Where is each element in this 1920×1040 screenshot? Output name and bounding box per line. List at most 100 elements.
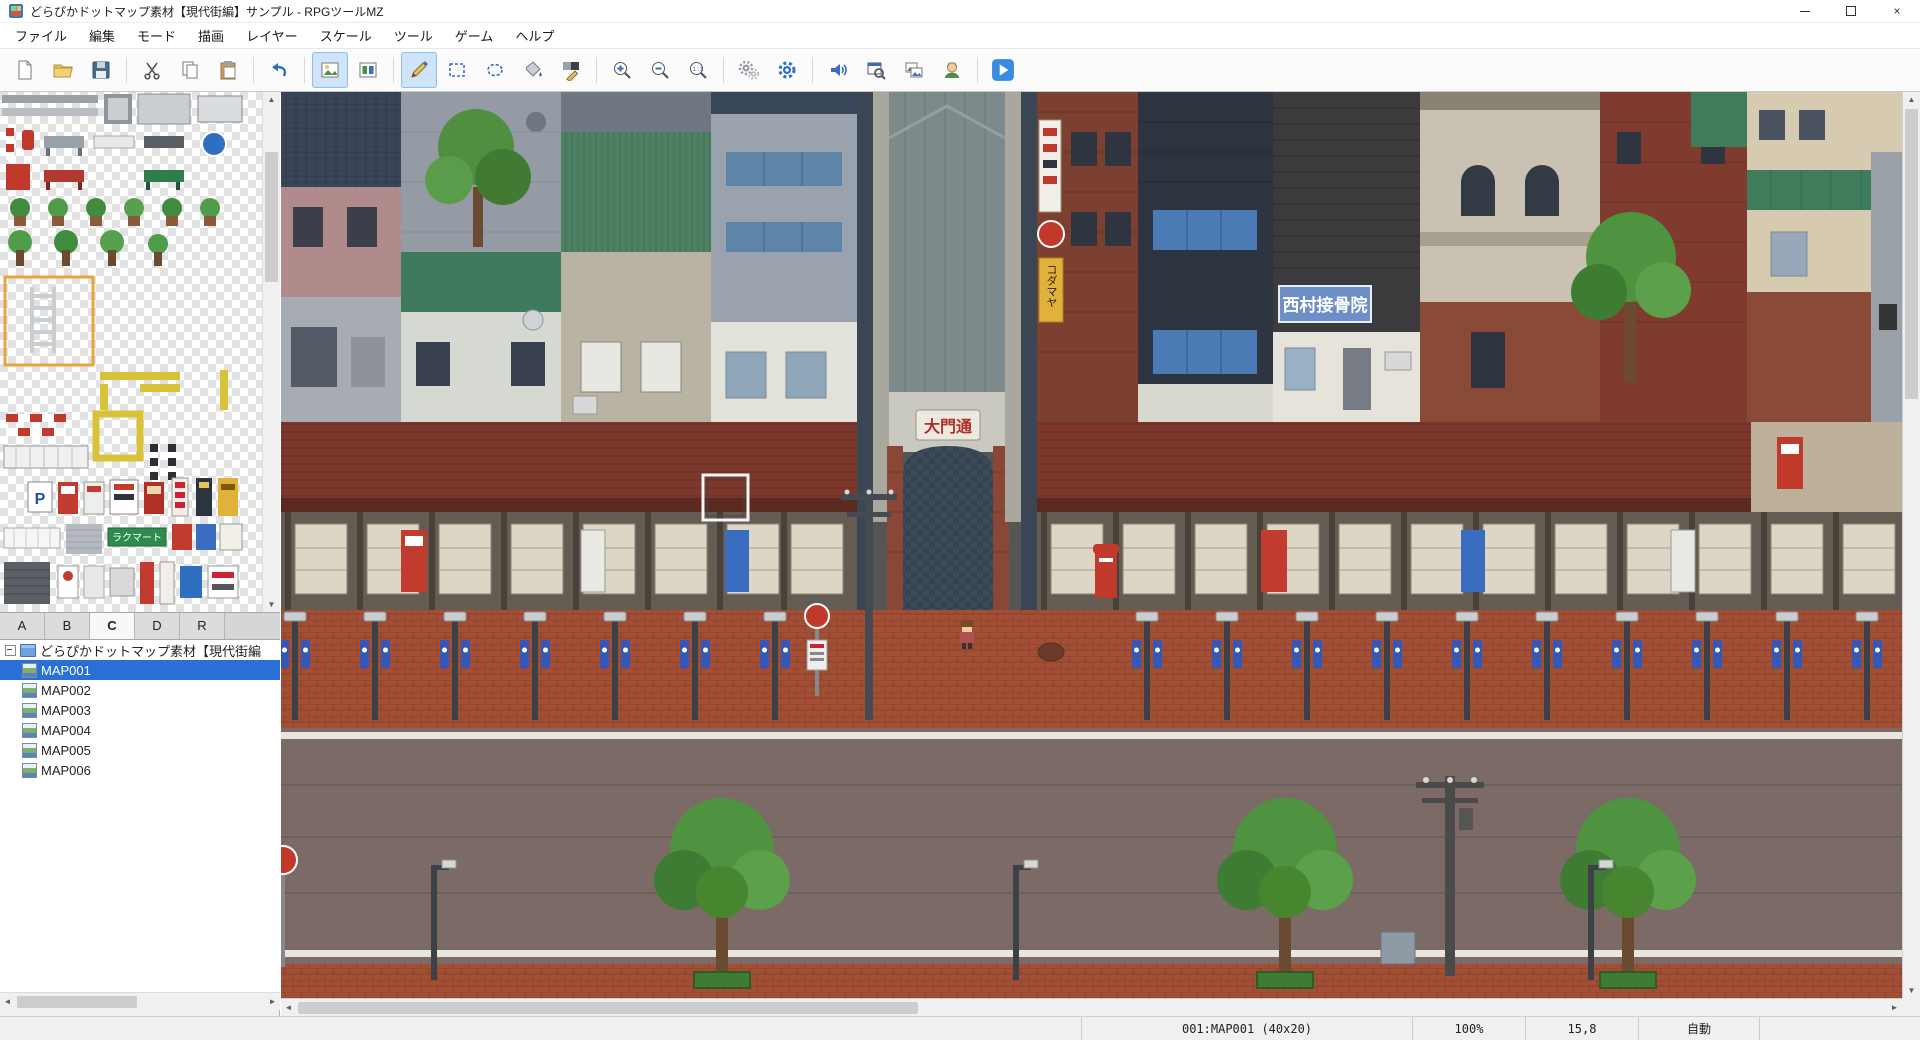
dashed-ellipse-icon	[484, 59, 506, 81]
paint-bucket-icon	[522, 59, 544, 81]
save-icon	[90, 59, 112, 81]
plugin-manager-button[interactable]	[769, 52, 805, 88]
scrollbar-thumb[interactable]	[17, 996, 137, 1008]
map-item-label: MAP006	[41, 763, 91, 778]
tile-palette[interactable]: P ラクマート	[0, 92, 262, 612]
toolbar-separator	[393, 57, 394, 83]
map-item-label: MAP005	[41, 743, 91, 758]
scrollbar-thumb[interactable]	[1905, 109, 1918, 399]
save-project-button[interactable]	[83, 52, 119, 88]
menu-bar: ファイル 編集 モード 描画 レイヤー スケール ツール ゲーム ヘルプ	[0, 23, 1920, 49]
title-bar: どらぴかドットマップ素材【現代街編】サンプル - RPGツールMZ ×	[0, 0, 1920, 23]
canvas-horizontal-scrollbar[interactable]: ◄ ►	[281, 998, 1902, 1016]
zoom-in-button[interactable]	[604, 52, 640, 88]
resource-manager-button[interactable]	[896, 52, 932, 88]
speaker-icon	[827, 59, 849, 81]
tree-expander-icon[interactable]	[5, 645, 16, 656]
tileset-tab-r[interactable]: R	[180, 613, 225, 639]
vending-machine-blue	[1461, 530, 1485, 592]
zoom-out-button[interactable]	[642, 52, 678, 88]
event-mode-button[interactable]	[350, 52, 386, 88]
scroll-up-arrow[interactable]: ▲	[1903, 92, 1920, 107]
pencil-tool-button[interactable]	[401, 52, 437, 88]
map-tree-item-map003[interactable]: MAP003	[0, 700, 280, 720]
map-edit-canvas[interactable]: 大門通 コダマヤ	[281, 92, 1902, 998]
menu-layer[interactable]: レイヤー	[235, 23, 309, 48]
copy-button[interactable]	[172, 52, 208, 88]
map-tree-root[interactable]: どらぴかドットマップ素材【現代街編	[0, 640, 280, 660]
scroll-up-arrow[interactable]: ▲	[263, 92, 280, 107]
maximize-icon	[1846, 6, 1857, 17]
tile-palette-canvas[interactable]: P ラクマート	[0, 92, 262, 612]
blue-play-icon	[991, 58, 1015, 82]
undo-arrow-icon	[268, 59, 290, 81]
map-tree-item-map002[interactable]: MAP002	[0, 680, 280, 700]
scrollbar-thumb[interactable]	[265, 152, 278, 282]
maximize-button[interactable]	[1828, 0, 1874, 22]
menu-tools[interactable]: ツール	[383, 23, 444, 48]
svg-text:1:1: 1:1	[693, 66, 704, 73]
tileset-tab-d[interactable]: D	[135, 613, 180, 639]
character-generator-button[interactable]	[934, 52, 970, 88]
menu-file[interactable]: ファイル	[4, 23, 78, 48]
undo-button[interactable]	[261, 52, 297, 88]
map-file-icon	[22, 763, 37, 778]
vending-machine-white	[581, 530, 605, 592]
menu-help[interactable]: ヘルプ	[504, 23, 565, 48]
menu-game[interactable]: ゲーム	[444, 23, 505, 48]
sound-test-button[interactable]	[820, 52, 856, 88]
open-project-button[interactable]	[45, 52, 81, 88]
rectangle-tool-button[interactable]	[439, 52, 475, 88]
toolbar-separator	[126, 57, 127, 83]
map-tree-item-map001[interactable]: MAP001	[0, 660, 280, 680]
palette-vertical-scrollbar[interactable]: ▲ ▼	[262, 92, 280, 612]
map-mode-button[interactable]	[312, 52, 348, 88]
event-searcher-button[interactable]	[858, 52, 894, 88]
scroll-right-arrow[interactable]: ►	[1887, 1000, 1902, 1015]
project-root-label: どらぴかドットマップ素材【現代街編	[40, 641, 261, 660]
tileset-tab-b[interactable]: B	[45, 613, 90, 639]
map-tree-item-map005[interactable]: MAP005	[0, 740, 280, 760]
palette-tiles-signs-and-machines: P	[28, 478, 238, 516]
menu-mode[interactable]: モード	[126, 23, 187, 48]
menu-draw[interactable]: 描画	[187, 23, 235, 48]
menu-scale[interactable]: スケール	[309, 23, 383, 48]
map-canvas-svg[interactable]: 大門通 コダマヤ	[281, 92, 1902, 998]
vending-machine-blue	[725, 530, 749, 592]
image-stack-icon	[903, 59, 925, 81]
scroll-left-arrow[interactable]: ◄	[0, 994, 15, 1009]
tileset-tab-c[interactable]: C	[90, 613, 135, 639]
play-test-button[interactable]	[985, 52, 1021, 88]
ellipse-tool-button[interactable]	[477, 52, 513, 88]
map-item-label: MAP002	[41, 683, 91, 698]
arcade-awnings	[281, 422, 1902, 512]
tileset-tab-a[interactable]: A	[0, 613, 45, 639]
map-item-label: MAP004	[41, 723, 91, 738]
scroll-right-arrow[interactable]: ►	[265, 994, 280, 1009]
fill-tool-button[interactable]	[515, 52, 551, 88]
canvas-vertical-scrollbar[interactable]: ▲ ▼	[1902, 92, 1920, 998]
database-button[interactable]	[731, 52, 767, 88]
app-icon	[8, 3, 24, 19]
blue-gear-icon	[776, 59, 798, 81]
scrollbar-thumb[interactable]	[298, 1002, 918, 1014]
toolbar-separator	[723, 57, 724, 83]
scroll-down-arrow[interactable]: ▼	[263, 597, 280, 612]
toolbar-separator	[304, 57, 305, 83]
scroll-left-arrow[interactable]: ◄	[281, 1000, 296, 1015]
zoom-actual-button[interactable]: 1:1	[680, 52, 716, 88]
shadow-pen-tool-button[interactable]	[553, 52, 589, 88]
shopfront-row	[281, 512, 1902, 610]
map-tree-item-map004[interactable]: MAP004	[0, 720, 280, 740]
tree-horizontal-scrollbar[interactable]: ◄ ►	[0, 992, 280, 1010]
scroll-down-arrow[interactable]: ▼	[1903, 983, 1920, 998]
new-project-button[interactable]	[7, 52, 43, 88]
status-map-info: 001:MAP001 (40x20)	[1082, 1017, 1412, 1040]
map-tree: どらぴかドットマップ素材【現代街編 MAP001 MAP002 MAP003 M…	[0, 640, 280, 992]
paste-button[interactable]	[210, 52, 246, 88]
map-tree-item-map006[interactable]: MAP006	[0, 760, 280, 780]
close-button[interactable]: ×	[1874, 0, 1920, 22]
minimize-button[interactable]	[1782, 0, 1828, 22]
menu-edit[interactable]: 編集	[78, 23, 126, 48]
cut-button[interactable]	[134, 52, 170, 88]
